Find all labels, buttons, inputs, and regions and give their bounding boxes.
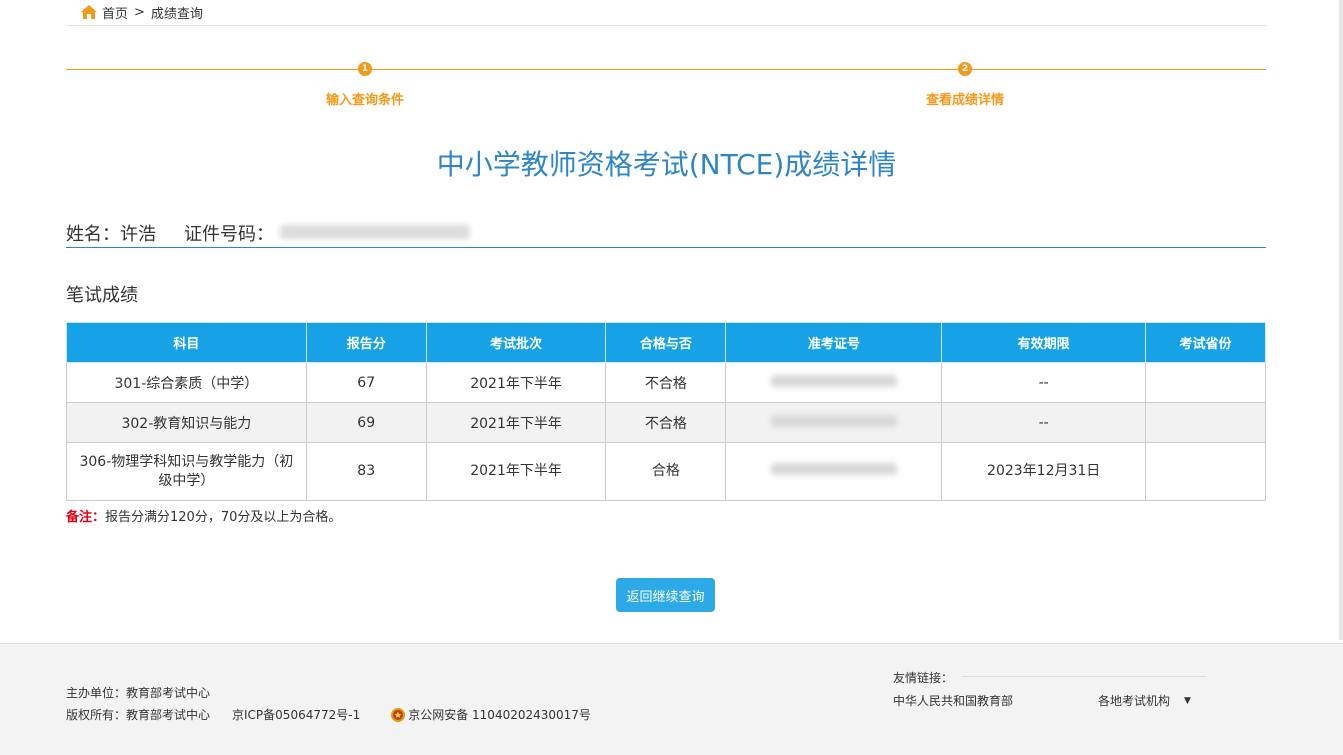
cell-score: 83: [305, 442, 427, 501]
friend-links-title: 友情链接：: [893, 671, 954, 685]
exam-agencies-select-value: 各地考试机构: [1098, 694, 1171, 708]
ticket-redacted: [770, 374, 897, 387]
step-2-number: 2: [958, 62, 972, 76]
note-text: 报告分满分120分，70分及以上为合格。: [105, 510, 342, 525]
id-label: 证件号码：: [184, 224, 274, 245]
cell-score: 69: [305, 402, 427, 443]
note: 备注：报告分满分120分，70分及以上为合格。: [66, 506, 341, 525]
dropdown-arrow-icon: ▼: [1184, 695, 1191, 706]
step-1-number: 1: [358, 62, 372, 76]
breadcrumb-separator: >: [134, 4, 145, 20]
header-batch: 考试批次: [425, 322, 607, 363]
cell-validity: --: [941, 402, 1147, 443]
friend-link-moe[interactable]: 中华人民共和国教育部: [893, 692, 1013, 709]
breadcrumb-home-link[interactable]: 首页: [102, 3, 128, 22]
section-title: 笔试成绩: [66, 285, 138, 306]
page: 首页 > 成绩查询 1 输入查询条件 2 查看成绩详情 中小学教师资格考试(NT…: [0, 0, 1343, 755]
cell-ticket: [725, 402, 943, 443]
footer-organizer: 主办单位：教育部考试中心: [66, 686, 211, 700]
cell-result: 合格: [605, 442, 727, 501]
name-label: 姓名：许浩: [66, 224, 156, 245]
cell-province: [1145, 442, 1266, 501]
header-score: 报告分: [305, 322, 427, 363]
cell-ticket: [725, 442, 943, 501]
footer-police-record[interactable]: 京公网安备 11040202430017号: [408, 706, 591, 723]
person-info: 姓名：许浩 证件号码：: [66, 220, 1266, 248]
footer: 主办单位：教育部考试中心 版权所有：教育部考试中心 京ICP备05064772号…: [0, 643, 1343, 755]
table-row: 301-综合素质（中学） 67 2021年下半年 不合格 --: [66, 362, 1266, 403]
id-number-redacted: [280, 225, 470, 239]
cell-batch: 2021年下半年: [425, 442, 607, 501]
cell-province: [1145, 402, 1266, 443]
cell-validity: --: [941, 362, 1147, 403]
header-result: 合格与否: [605, 322, 727, 363]
friend-links-divider: [962, 676, 1206, 677]
cell-subject: 306-物理学科知识与教学能力（初级中学）: [66, 442, 307, 501]
home-icon[interactable]: [80, 4, 98, 20]
divider: [66, 25, 1266, 26]
cell-result: 不合格: [605, 362, 727, 403]
page-title: 中小学教师资格考试(NTCE)成绩详情: [436, 148, 897, 181]
back-to-query-button[interactable]: 返回继续查询: [616, 578, 715, 612]
table-row: 306-物理学科知识与教学能力（初级中学） 83 2021年下半年 合格 202…: [66, 442, 1266, 501]
header-ticket: 准考证号: [725, 322, 943, 363]
footer-copyright-line: 版权所有：教育部考试中心 京ICP备05064772号-1 京公网安备 1104…: [66, 706, 613, 723]
footer-icp[interactable]: 京ICP备05064772号-1: [232, 706, 360, 723]
header-subject: 科目: [66, 322, 307, 363]
cell-province: [1145, 362, 1266, 403]
cell-batch: 2021年下半年: [425, 362, 607, 403]
cell-subject: 301-综合素质（中学）: [66, 362, 307, 403]
cell-ticket: [725, 362, 943, 403]
police-badge-icon: [391, 707, 406, 722]
table-header-row: 科目 报告分 考试批次 合格与否 准考证号 有效期限 考试省份: [66, 322, 1266, 363]
cell-subject: 302-教育知识与能力: [66, 402, 307, 443]
header-validity: 有效期限: [941, 322, 1147, 363]
breadcrumb-current: 成绩查询: [150, 6, 203, 22]
cell-batch: 2021年下半年: [425, 402, 607, 443]
cell-result: 不合格: [605, 402, 727, 443]
breadcrumb: 首页 > 成绩查询: [80, 2, 203, 22]
steps-progress-line: [66, 69, 1266, 70]
scores-table: 科目 报告分 考试批次 合格与否 准考证号 有效期限 考试省份 301-综合素质…: [66, 322, 1266, 501]
exam-agencies-select[interactable]: 各地考试机构 ▼: [1098, 692, 1191, 709]
cell-validity: 2023年12月31日: [941, 442, 1147, 501]
step-1-label: 输入查询条件: [325, 93, 404, 108]
footer-copyright: 版权所有：教育部考试中心: [66, 708, 211, 722]
step-2-label: 查看成绩详情: [925, 93, 1004, 108]
ticket-redacted: [770, 463, 897, 475]
note-label: 备注：: [66, 510, 106, 525]
header-province: 考试省份: [1145, 322, 1266, 363]
table-row: 302-教育知识与能力 69 2021年下半年 不合格 --: [66, 402, 1266, 443]
ticket-redacted: [770, 414, 897, 427]
scrollbar[interactable]: [1339, 0, 1343, 640]
cell-score: 67: [305, 362, 427, 403]
